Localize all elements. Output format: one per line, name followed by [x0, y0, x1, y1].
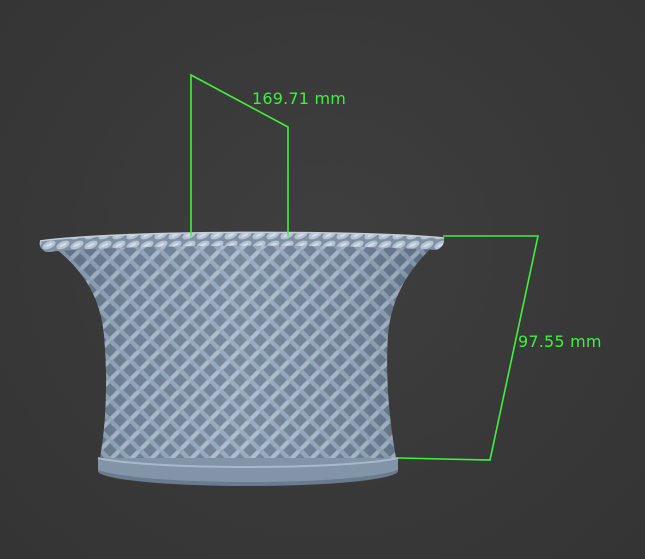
dimension-height-label: 97.55 mm	[518, 332, 602, 351]
basket-weave-body	[44, 240, 440, 458]
dimension-height-line	[397, 235, 539, 461]
woven-basket-model[interactable]	[39, 231, 445, 486]
dimension-width-label: 169.71 mm	[252, 89, 347, 108]
scene-canvas[interactable]	[0, 0, 645, 559]
3d-viewport[interactable]: 169.71 mm 97.55 mm	[0, 0, 645, 559]
dimension-height[interactable]	[397, 235, 539, 461]
